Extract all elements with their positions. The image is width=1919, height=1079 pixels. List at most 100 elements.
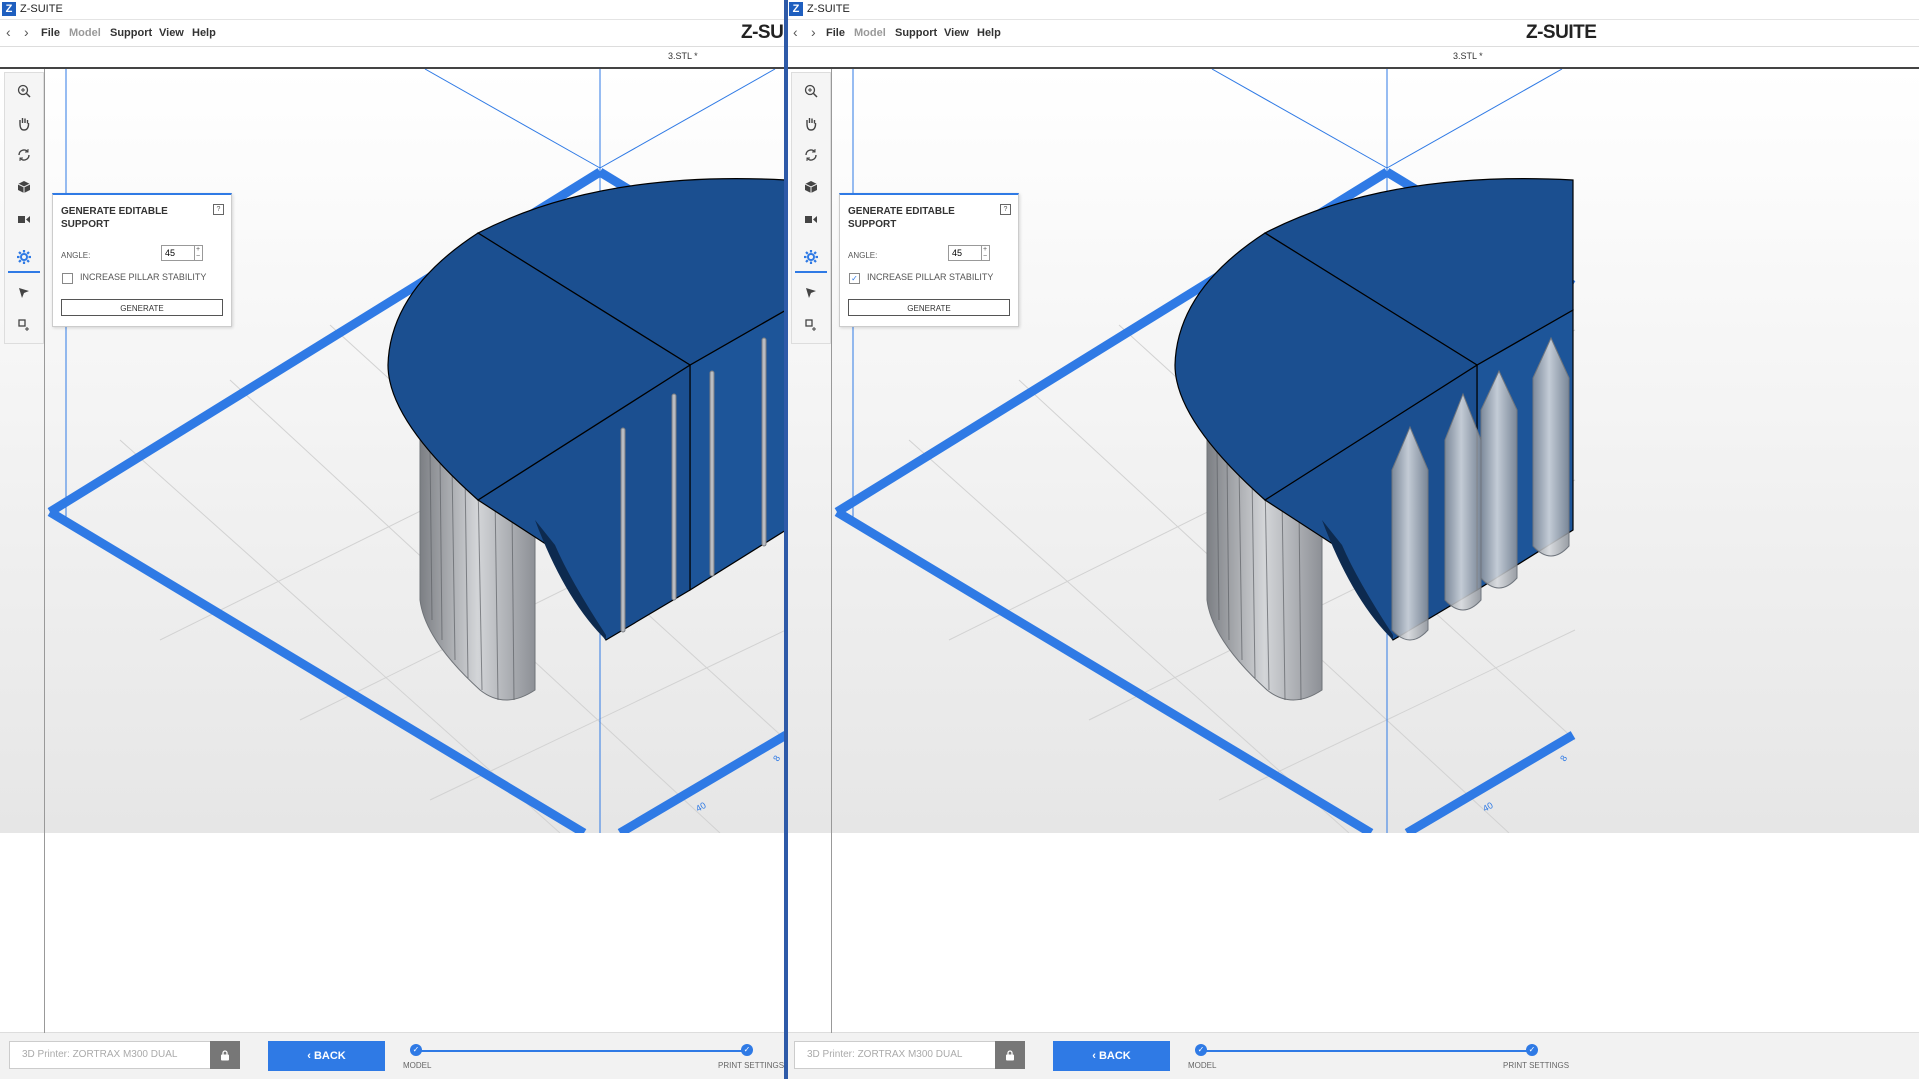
angle-label: ANGLE: xyxy=(61,251,91,260)
support-gear-icon[interactable] xyxy=(8,243,40,273)
help-icon[interactable]: ? xyxy=(213,204,224,215)
step-label-model: MODEL xyxy=(403,1061,432,1070)
angle-label: ANGLE: xyxy=(848,251,878,260)
title-bar: Z Z-SUITE xyxy=(787,0,1919,20)
pillar-stability-label: INCREASE PILLAR STABILITY xyxy=(867,272,994,282)
stepper-up-icon[interactable]: + xyxy=(981,246,989,253)
move-object-icon[interactable] xyxy=(795,205,827,233)
app-logo-icon: Z xyxy=(2,2,16,16)
progress-track xyxy=(416,1050,748,1052)
viewport-border xyxy=(831,69,832,1033)
step-print-settings-check-icon[interactable]: ✓ xyxy=(741,1044,753,1056)
menu-help[interactable]: Help xyxy=(192,27,216,39)
back-label: BACK xyxy=(313,1050,346,1062)
cube-view-icon[interactable] xyxy=(8,173,40,201)
menu-help[interactable]: Help xyxy=(977,27,1001,39)
support-gear-icon[interactable] xyxy=(795,243,827,273)
hand-pan-icon[interactable] xyxy=(795,109,827,137)
chevron-left-icon: ‹ xyxy=(307,1050,314,1062)
scene-render: 40 8 xyxy=(0,69,786,833)
title-bar: Z Z-SUITE xyxy=(0,0,786,20)
printer-label: 3D Printer: xyxy=(22,1049,70,1060)
menu-file[interactable]: File xyxy=(826,27,845,39)
add-support-icon[interactable] xyxy=(795,311,827,339)
bottom-bar: 3D Printer: ZORTRAX M300 DUAL ‹ BACK ✓ ✓… xyxy=(787,1032,1919,1079)
bottom-bar: 3D Printer: ZORTRAX M300 DUAL ‹ BACK ✓ ✓… xyxy=(0,1032,786,1079)
menu-view[interactable]: View xyxy=(159,27,184,39)
pillar-stability-label: INCREASE PILLAR STABILITY xyxy=(80,272,207,282)
right-window: Z Z-SUITE ‹ › File Model Support View He… xyxy=(787,0,1919,1079)
brand-logo: Z-SUITE xyxy=(1526,22,1597,43)
back-arrow-icon[interactable]: ‹ xyxy=(793,24,798,40)
generate-button[interactable]: GENERATE xyxy=(61,299,223,316)
step-label-print-settings: PRINT SETTINGS xyxy=(718,1061,785,1070)
app-logo-icon: Z xyxy=(789,2,803,16)
file-tab[interactable]: 3.STL * xyxy=(668,51,698,61)
help-icon[interactable]: ? xyxy=(1000,204,1011,215)
pillar-stability-checkbox[interactable] xyxy=(62,273,73,284)
angle-stepper[interactable]: + − xyxy=(194,245,203,261)
left-window: Z Z-SUITE ‹ › File Model Support View He… xyxy=(0,0,786,1079)
menu-bar: ‹ › File Model Support View Help Z-SUITE xyxy=(787,20,1919,47)
generate-support-panel: GENERATE EDITABLE SUPPORT ? ANGLE: + − ✓… xyxy=(839,193,1019,327)
select-arrow-icon[interactable] xyxy=(8,279,40,307)
menu-view[interactable]: View xyxy=(944,27,969,39)
menu-model[interactable]: Model xyxy=(854,27,886,39)
add-support-icon[interactable] xyxy=(8,311,40,339)
brand-logo: Z-SUITE xyxy=(741,22,786,43)
step-print-settings-check-icon[interactable]: ✓ xyxy=(1526,1044,1538,1056)
angle-input[interactable] xyxy=(948,245,982,261)
zoom-icon[interactable] xyxy=(8,77,40,105)
file-tab-bar: 3.STL * xyxy=(0,47,786,67)
stepper-down-icon[interactable]: − xyxy=(194,253,202,260)
angle-stepper[interactable]: + − xyxy=(981,245,990,261)
app-title: Z-SUITE xyxy=(807,3,850,15)
menu-support[interactable]: Support xyxy=(110,27,152,39)
zoom-icon[interactable] xyxy=(795,77,827,105)
angle-input[interactable] xyxy=(161,245,195,261)
pillar-stability-checkbox[interactable]: ✓ xyxy=(849,273,860,284)
printer-field[interactable]: 3D Printer: ZORTRAX M300 DUAL xyxy=(9,1041,211,1069)
menu-support[interactable]: Support xyxy=(895,27,937,39)
step-model-check-icon[interactable]: ✓ xyxy=(1195,1044,1207,1056)
menu-model[interactable]: Model xyxy=(69,27,101,39)
menu-bar: ‹ › File Model Support View Help Z-SUITE xyxy=(0,20,786,47)
viewport-border xyxy=(44,69,45,1033)
forward-arrow-icon[interactable]: › xyxy=(24,24,29,40)
rotate-icon[interactable] xyxy=(8,141,40,169)
menu-file[interactable]: File xyxy=(41,27,60,39)
cube-view-icon[interactable] xyxy=(795,173,827,201)
step-label-model: MODEL xyxy=(1188,1061,1217,1070)
generate-support-panel: GENERATE EDITABLE SUPPORT ? ANGLE: + − I… xyxy=(52,193,232,327)
lock-icon[interactable] xyxy=(210,1041,240,1069)
step-model-check-icon[interactable]: ✓ xyxy=(410,1044,422,1056)
back-label: BACK xyxy=(1098,1050,1131,1062)
tool-sidebar xyxy=(791,72,831,344)
printer-name: ZORTRAX M300 DUAL xyxy=(72,1049,178,1060)
printer-name: ZORTRAX M300 DUAL xyxy=(857,1049,963,1060)
back-button[interactable]: ‹ BACK xyxy=(268,1041,385,1071)
back-arrow-icon[interactable]: ‹ xyxy=(6,24,11,40)
generate-button[interactable]: GENERATE xyxy=(848,299,1010,316)
panel-title: GENERATE EDITABLE SUPPORT xyxy=(848,206,955,230)
chevron-left-icon: ‹ xyxy=(1092,1050,1099,1062)
tool-sidebar xyxy=(4,72,44,344)
app-title: Z-SUITE xyxy=(20,3,63,15)
file-tab[interactable]: 3.STL * xyxy=(1453,51,1483,61)
select-arrow-icon[interactable] xyxy=(795,279,827,307)
rotate-icon[interactable] xyxy=(795,141,827,169)
scene-render: 40 8 xyxy=(787,69,1919,833)
window-divider xyxy=(784,0,788,1079)
lock-icon[interactable] xyxy=(995,1041,1025,1069)
progress-track xyxy=(1201,1050,1533,1052)
stepper-down-icon[interactable]: − xyxy=(981,253,989,260)
forward-arrow-icon[interactable]: › xyxy=(811,24,816,40)
step-label-print-settings: PRINT SETTINGS xyxy=(1503,1061,1570,1070)
move-object-icon[interactable] xyxy=(8,205,40,233)
hand-pan-icon[interactable] xyxy=(8,109,40,137)
file-tab-bar: 3.STL * xyxy=(787,47,1919,67)
printer-label: 3D Printer: xyxy=(807,1049,855,1060)
stepper-up-icon[interactable]: + xyxy=(194,246,202,253)
printer-field[interactable]: 3D Printer: ZORTRAX M300 DUAL xyxy=(794,1041,996,1069)
back-button[interactable]: ‹ BACK xyxy=(1053,1041,1170,1071)
